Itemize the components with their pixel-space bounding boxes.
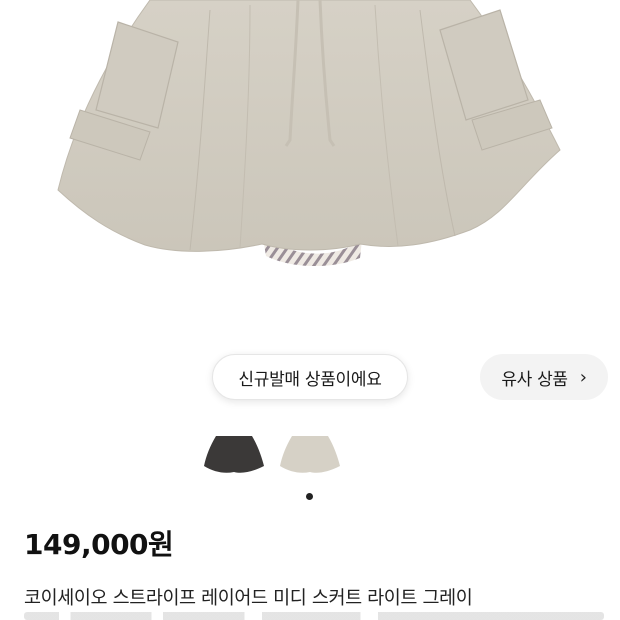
chevron-right-icon: ›	[579, 366, 587, 388]
new-release-label: 신규발매 상품이에요	[238, 369, 382, 390]
product-title: 코이세이오 스트라이프 레이어드 미디 스커트 라이트 그레이	[24, 588, 473, 609]
product-subtitle-cropped	[24, 612, 604, 620]
carousel-indicator-dot	[306, 493, 313, 500]
product-image[interactable]	[0, 0, 620, 340]
new-release-badge[interactable]: 신규발매 상품이에요	[212, 354, 408, 400]
skirt-thumb-charcoal-icon	[204, 436, 264, 473]
similar-products-button[interactable]: 유사 상품 ›	[480, 354, 608, 400]
product-price: 149,000원	[24, 528, 174, 561]
similar-products-label: 유사 상품	[501, 369, 568, 390]
color-options	[0, 430, 620, 480]
color-thumb-light-gray[interactable]	[278, 430, 342, 476]
skirt-illustration	[57, 0, 561, 267]
color-thumb-charcoal[interactable]	[202, 430, 266, 476]
skirt-thumb-light-gray-icon	[280, 436, 340, 473]
